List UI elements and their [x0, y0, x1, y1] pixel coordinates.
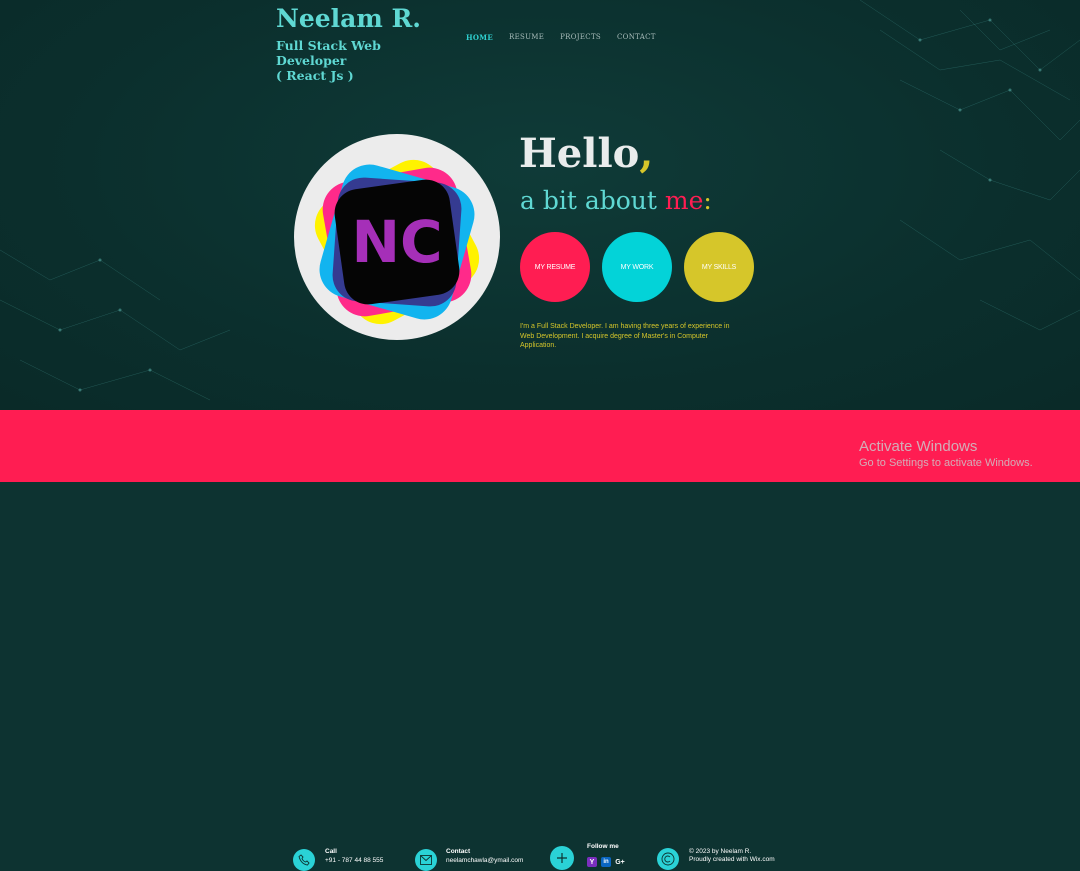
- hero-hello: Hello,: [519, 130, 653, 177]
- subtitle-line-2: ( React Js ): [276, 68, 354, 83]
- hello-comma: ,: [639, 130, 654, 177]
- yahoo-icon[interactable]: Y: [587, 857, 597, 867]
- mail-icon: [415, 849, 437, 871]
- main-nav: HOME RESUME PROJECTS CONTACT: [466, 33, 656, 42]
- call-value[interactable]: +91 - 787 44 88 555: [325, 857, 383, 864]
- nav-home[interactable]: HOME: [466, 33, 493, 42]
- google-plus-icon[interactable]: G+: [615, 857, 625, 867]
- my-work-button[interactable]: MY WORK: [602, 232, 672, 302]
- nav-resume[interactable]: RESUME: [509, 33, 544, 42]
- nav-contact[interactable]: CONTACT: [617, 33, 656, 42]
- activate-subtitle: Go to Settings to activate Windows.: [859, 457, 1033, 469]
- copyright-line-2[interactable]: Proudly created with Wix.com: [689, 856, 775, 863]
- hero-section: Neelam R. Full Stack Web Developer ( Rea…: [0, 0, 1080, 410]
- copyright-icon: [657, 848, 679, 870]
- bio-text: I'm a Full Stack Developer. I am having …: [520, 323, 730, 349]
- site-title[interactable]: Neelam R.: [276, 4, 421, 33]
- copyright-line-1: © 2023 by Neelam R.: [689, 848, 752, 855]
- subtitle-line-1: Full Stack Web Developer: [276, 38, 381, 68]
- about-colon: :: [703, 186, 712, 215]
- about-prefix: a bit about: [520, 186, 665, 215]
- profile-logo: NC: [294, 134, 500, 340]
- linkedin-icon[interactable]: in: [601, 857, 611, 867]
- activate-title: Activate Windows: [859, 438, 978, 455]
- call-label: Call: [325, 848, 337, 855]
- contact-label: Contact: [446, 848, 471, 855]
- contact-email[interactable]: neelamchawla@ymail.com: [446, 857, 523, 864]
- hello-text: Hello: [519, 130, 640, 177]
- follow-label: Follow me: [587, 843, 619, 850]
- nc-logo-icon: NC: [314, 159, 480, 325]
- about-me: me: [664, 186, 704, 215]
- activate-windows-watermark: Activate Windows Go to Settings to activ…: [859, 438, 1033, 469]
- svg-text:NC: NC: [351, 208, 442, 276]
- phone-icon: [293, 849, 315, 871]
- my-resume-button[interactable]: MY RESUME: [520, 232, 590, 302]
- plus-icon: [550, 846, 574, 870]
- hero-about-heading: a bit about me:: [520, 186, 712, 215]
- my-skills-button[interactable]: MY SKILLS: [684, 232, 754, 302]
- site-subtitle: Full Stack Web Developer ( React Js ): [276, 38, 446, 83]
- nav-projects[interactable]: PROJECTS: [560, 33, 601, 42]
